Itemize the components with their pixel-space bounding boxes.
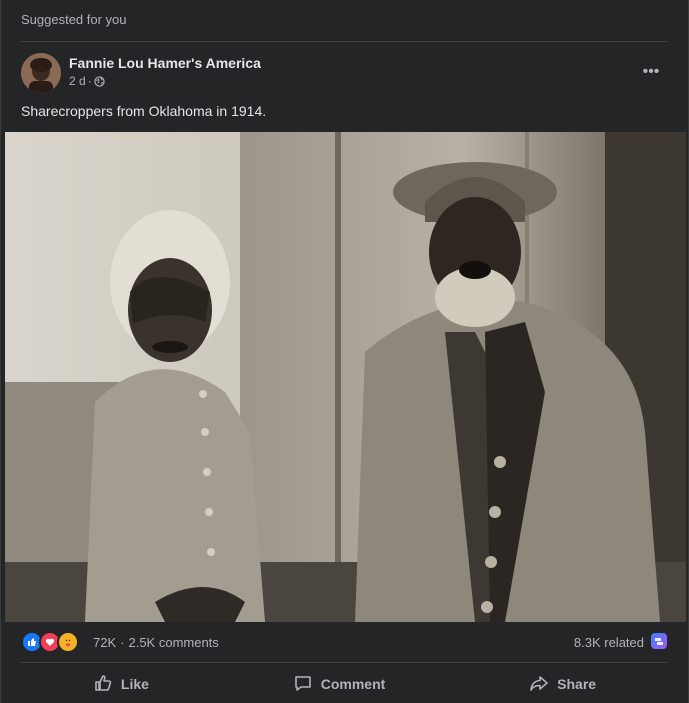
stats-left: 72K · 2.5K comments bbox=[21, 631, 219, 653]
reaction-count[interactable]: 72K bbox=[93, 635, 116, 650]
suggested-label: Suggested for you bbox=[21, 12, 127, 27]
post-time[interactable]: 2 d bbox=[69, 74, 86, 88]
post-photo[interactable] bbox=[5, 132, 686, 622]
related-count[interactable]: 8.3K related bbox=[574, 635, 644, 650]
post-stats: 72K · 2.5K comments 8.3K related bbox=[21, 630, 668, 654]
more-options-button[interactable]: ••• bbox=[635, 58, 667, 86]
comment-button[interactable]: Comment bbox=[279, 667, 400, 702]
care-icon bbox=[57, 631, 79, 653]
thumbs-up-icon bbox=[93, 673, 113, 696]
page-avatar[interactable] bbox=[21, 53, 61, 93]
header-divider bbox=[21, 41, 668, 42]
related-icon[interactable] bbox=[650, 632, 668, 653]
comment-label: Comment bbox=[320, 676, 386, 692]
share-label: Share bbox=[557, 676, 597, 692]
share-icon bbox=[529, 673, 549, 696]
globe-icon bbox=[94, 75, 105, 87]
stats-separator: · bbox=[120, 634, 125, 650]
like-button[interactable]: Like bbox=[79, 667, 163, 702]
post-card: Suggested for you Fannie Lou Hamer's Ame… bbox=[0, 0, 689, 703]
action-bar: Like Comment Share bbox=[21, 666, 668, 702]
meta-separator: · bbox=[87, 74, 92, 88]
post-meta: 2 d · bbox=[69, 74, 105, 88]
stats-right: 8.3K related bbox=[574, 632, 668, 653]
reaction-summary[interactable] bbox=[21, 631, 79, 653]
page-name-link[interactable]: Fannie Lou Hamer's America bbox=[69, 55, 261, 71]
actions-divider bbox=[21, 662, 668, 663]
more-icon: ••• bbox=[642, 63, 660, 80]
share-button[interactable]: Share bbox=[515, 667, 610, 702]
comment-icon bbox=[293, 673, 313, 696]
like-label: Like bbox=[120, 676, 149, 692]
comments-count[interactable]: 2.5K comments bbox=[128, 635, 218, 650]
post-caption: Sharecroppers from Oklahoma in 1914. bbox=[21, 103, 267, 119]
